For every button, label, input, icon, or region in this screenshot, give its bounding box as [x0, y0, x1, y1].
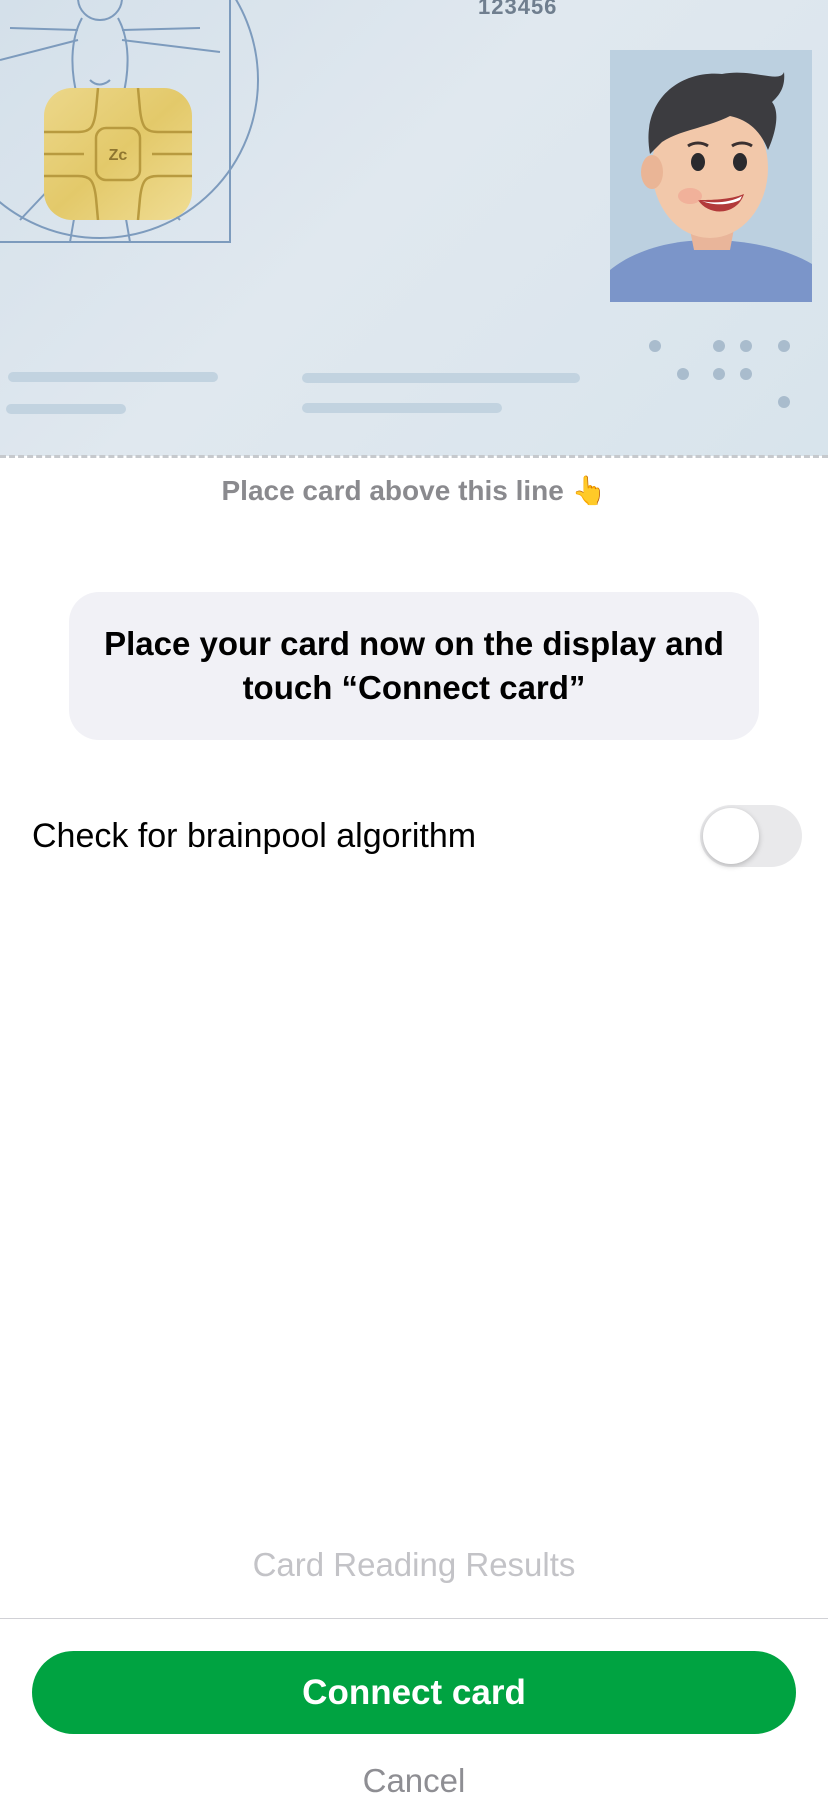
- toggle-knob: [703, 808, 759, 864]
- instruction-bubble: Place your card now on the display and t…: [69, 592, 759, 740]
- braille-dot: [778, 340, 790, 352]
- pointing-up-icon: 👆: [571, 475, 607, 506]
- braille-dot: [713, 368, 725, 380]
- instruction-text: Place your card now on the display and t…: [104, 625, 724, 706]
- braille-dot: [677, 368, 689, 380]
- chip-label: Zc: [109, 147, 128, 164]
- braille-dot: [649, 340, 661, 352]
- card-placement-line: [0, 455, 828, 458]
- card-text-line: [6, 404, 126, 414]
- braille-dot: [713, 340, 725, 352]
- card-number: 123456: [478, 0, 558, 19]
- brainpool-label: Check for brainpool algorithm: [32, 816, 477, 855]
- card-text-line: [8, 372, 218, 382]
- avatar-icon: [610, 72, 812, 302]
- braille-dot: [740, 368, 752, 380]
- card-photo: [610, 50, 812, 302]
- card-reading-results-link[interactable]: Card Reading Results: [0, 1546, 828, 1584]
- card-text-line: [302, 373, 580, 383]
- brainpool-setting-row: Check for brainpool algorithm: [32, 800, 802, 872]
- placement-hint: Place card above this line 👆: [0, 474, 828, 507]
- placement-hint-text: Place card above this line: [221, 475, 564, 506]
- brainpool-toggle[interactable]: [700, 805, 802, 867]
- divider: [0, 1618, 828, 1619]
- id-card-illustration: 123456 Zc: [0, 0, 828, 456]
- connect-card-button[interactable]: Connect card: [32, 1651, 796, 1734]
- card-text-line: [302, 403, 502, 413]
- braille-dot: [778, 396, 790, 408]
- braille-dot: [740, 340, 752, 352]
- cancel-button[interactable]: Cancel: [0, 1762, 828, 1800]
- card-chip-icon: Zc: [44, 88, 192, 220]
